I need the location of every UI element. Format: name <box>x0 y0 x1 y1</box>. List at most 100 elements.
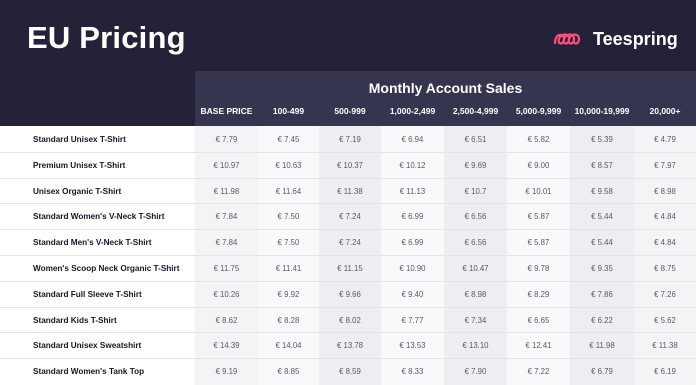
price-cell: € 9.69 <box>464 160 487 170</box>
product-name: Standard Full Sleeve T-Shirt <box>33 289 142 299</box>
price-cell: € 10.37 <box>336 160 363 170</box>
teespring-logo-icon <box>553 33 581 45</box>
price-cell: € 10.47 <box>462 264 489 273</box>
price-cell: € 9.00 <box>527 160 550 170</box>
price-cell: € 11.98 <box>213 186 240 196</box>
price-cell: € 11.75 <box>213 264 240 273</box>
row-divider <box>0 151 696 153</box>
product-name: Standard Kids T-Shirt <box>33 315 117 325</box>
price-cell: € 7.50 <box>277 212 300 222</box>
price-cell: € 7.26 <box>654 289 676 299</box>
price-cell: € 11.38 <box>337 186 363 196</box>
product-name: Standard Unisex Sweatshirt <box>33 341 142 351</box>
price-cell: € 6.19 <box>654 367 676 377</box>
product-name: Standard Men's V-Neck T-Shirt <box>33 238 152 248</box>
column-header: 2,500-4,999 <box>452 106 499 116</box>
price-cell: € 7.84 <box>215 212 238 222</box>
price-cell: € 6.56 <box>464 212 487 222</box>
price-cell: € 9.58 <box>591 186 613 196</box>
price-cell: € 8.98 <box>654 186 676 196</box>
price-cell: € 4.84 <box>654 238 676 248</box>
price-cell: € 7.97 <box>654 160 676 170</box>
product-name: Premium Unisex T-Shirt <box>33 160 126 170</box>
price-cell: € 7.50 <box>277 238 300 248</box>
column-header: 1,000-2,499 <box>389 106 436 116</box>
price-cell: € 6.79 <box>591 367 613 377</box>
product-name: Unisex Organic T-Shirt <box>33 186 122 196</box>
price-cell: € 9.35 <box>591 264 613 273</box>
price-cell: € 12.41 <box>525 341 552 351</box>
price-cell: € 14.04 <box>275 341 302 351</box>
price-cell: € 7.24 <box>339 238 361 248</box>
price-cell: € 8.98 <box>464 289 487 299</box>
column-header: 20,000+ <box>649 106 681 116</box>
column-header: 500-999 <box>334 106 366 116</box>
price-cell: € 7.77 <box>401 315 424 325</box>
price-cell: € 4.84 <box>654 212 676 222</box>
price-cell: € 7.24 <box>339 212 361 222</box>
price-cell: € 10.7 <box>464 186 487 196</box>
price-cell: € 8.57 <box>591 160 613 170</box>
price-cell: € 11.13 <box>399 186 426 196</box>
brand-logo: Teespring <box>553 26 678 52</box>
price-cell: € 9.92 <box>277 289 300 299</box>
price-cell: € 7.22 <box>527 367 550 377</box>
row-divider <box>0 255 696 256</box>
table-group-title: Monthly Account Sales <box>368 80 523 96</box>
price-cell: € 7.90 <box>464 367 487 377</box>
price-cell: € 6.99 <box>401 238 424 248</box>
price-cell: € 8.62 <box>215 315 238 325</box>
row-divider <box>0 177 696 179</box>
row-divider <box>0 280 696 282</box>
price-cell: € 8.33 <box>401 367 424 377</box>
price-cell: € 5.87 <box>527 238 550 248</box>
price-cell: € 13.53 <box>399 341 426 351</box>
row-divider <box>0 332 696 334</box>
price-cell: € 5.87 <box>527 212 550 222</box>
price-cell: € 13.10 <box>462 341 489 351</box>
price-cell: € 5.82 <box>527 135 550 144</box>
price-cell: € 7.34 <box>464 315 487 325</box>
price-cell: € 6.56 <box>464 238 487 248</box>
price-cell: € 6.65 <box>527 315 550 325</box>
price-cell: € 9.78 <box>527 264 550 273</box>
price-cell: € 14.39 <box>213 341 240 351</box>
price-cell: € 7.86 <box>591 289 613 299</box>
product-name: Standard Women's V-Neck T-Shirt <box>33 212 165 222</box>
price-cell: € 11.15 <box>337 264 363 273</box>
product-name: Standard Women's Tank Top <box>33 367 145 377</box>
brand-name: Teespring <box>593 28 678 49</box>
price-cell: € 6.51 <box>464 135 487 144</box>
price-cell: € 8.75 <box>654 264 676 273</box>
price-cell: € 11.41 <box>275 264 302 273</box>
row-divider <box>0 203 696 205</box>
price-cell: € 10.12 <box>399 160 426 170</box>
price-cell: € 8.85 <box>277 367 300 377</box>
row-divider <box>0 229 696 231</box>
price-cell: € 10.97 <box>213 160 240 170</box>
row-divider <box>0 358 696 360</box>
price-cell: € 5.44 <box>591 212 613 222</box>
row-divider <box>0 306 696 308</box>
price-cell: € 10.01 <box>525 186 552 196</box>
column-header: 5,000-9,999 <box>515 106 562 116</box>
price-cell: € 10.63 <box>275 160 302 170</box>
price-cell: € 11.38 <box>652 341 678 351</box>
price-cell: € 10.26 <box>213 289 240 299</box>
price-cell: € 9.66 <box>339 289 361 299</box>
price-cell: € 11.98 <box>589 341 615 351</box>
page-title: EU Pricing <box>27 20 186 55</box>
price-cell: € 9.40 <box>401 289 424 299</box>
price-cell: € 8.59 <box>339 367 361 377</box>
column-header: BASE PRICE <box>200 106 253 116</box>
price-cell: € 7.84 <box>215 238 238 248</box>
price-cell: € 7.79 <box>215 135 238 144</box>
price-cell: € 7.45 <box>277 135 300 144</box>
price-cell: € 6.94 <box>401 135 424 144</box>
price-cell: € 5.44 <box>591 238 613 248</box>
product-name: Women's Scoop Neck Organic T-Shirt <box>33 264 180 273</box>
product-name: Standard Unisex T-Shirt <box>33 135 126 144</box>
price-cell: € 9.19 <box>215 367 238 377</box>
price-cell: € 4.79 <box>654 135 676 144</box>
price-cell: € 5.62 <box>654 315 676 325</box>
